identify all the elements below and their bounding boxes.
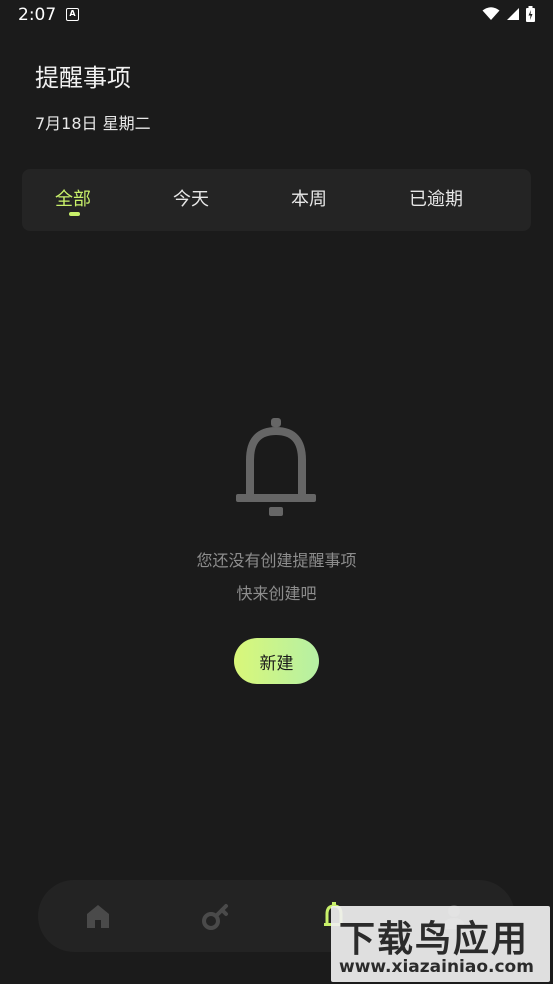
tab-bar: 全部 今天 本周 已逾期	[22, 169, 531, 231]
wifi-icon	[482, 7, 500, 20]
new-reminder-button[interactable]: 新建	[234, 638, 319, 684]
signal-icon	[507, 8, 519, 20]
page-date: 7月18日 星期二	[35, 114, 151, 133]
notification-icon: A	[66, 8, 79, 21]
battery-icon	[526, 6, 535, 22]
home-icon[interactable]	[82, 900, 114, 932]
tab-overdue[interactable]: 已逾期	[409, 185, 463, 211]
key-icon[interactable]	[200, 900, 232, 932]
watermark-text: 下载鸟应用	[339, 919, 530, 960]
status-time: 2:07	[18, 5, 57, 25]
tab-all[interactable]: 全部	[55, 185, 91, 211]
empty-message: 您还没有创建提醒事项	[196, 551, 357, 570]
tab-active-indicator	[69, 212, 80, 216]
app-screen: 2:07 A 提醒事项 7月18日 星期二 全部 今天 本周 已逾期 您还没有创…	[0, 0, 553, 984]
tab-this-week[interactable]: 本周	[291, 185, 327, 211]
tab-today[interactable]: 今天	[173, 185, 209, 211]
watermark: 下载鸟应用 www.xiazainiao.com	[331, 906, 550, 982]
status-bar: 2:07 A	[0, 0, 553, 32]
watermark-url: www.xiazainiao.com	[339, 957, 534, 977]
bell-icon	[236, 418, 316, 516]
empty-submessage: 快来创建吧	[236, 584, 317, 603]
status-icons	[482, 6, 535, 22]
page-title: 提醒事项	[35, 64, 131, 92]
